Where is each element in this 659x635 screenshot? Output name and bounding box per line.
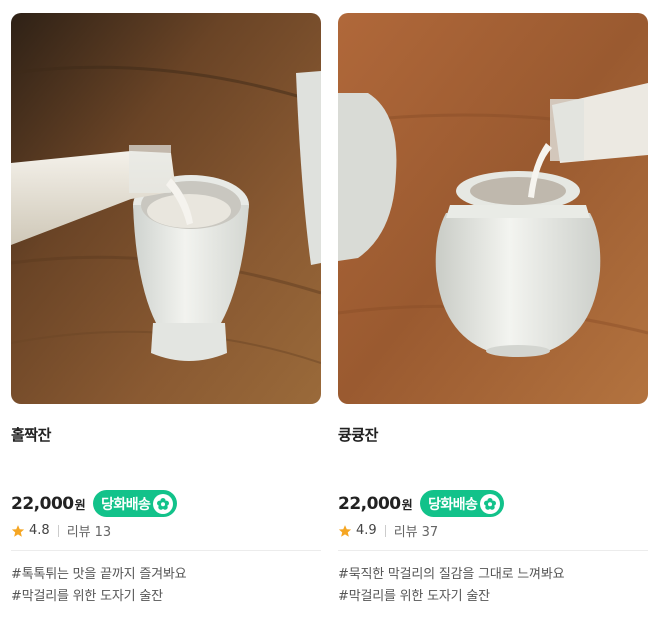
product-price: 22,000원 bbox=[338, 493, 413, 514]
rating-score: 4.8 bbox=[29, 523, 50, 538]
price-value: 22,000 bbox=[338, 493, 401, 514]
review-count[interactable]: 리뷰 13 bbox=[67, 521, 111, 540]
product-name[interactable]: 홀짝잔 bbox=[11, 424, 51, 445]
product-image[interactable] bbox=[11, 13, 321, 404]
price-unit: 원 bbox=[74, 497, 86, 512]
tag-item: #톡톡튀는 맛을 끝까지 즐겨봐요 bbox=[11, 567, 187, 582]
product-name[interactable]: 큥큥잔 bbox=[338, 424, 378, 445]
divider bbox=[338, 550, 648, 551]
tag-item: #막걸리를 위한 도자기 술잔 bbox=[11, 589, 163, 604]
review-label: 리뷰 bbox=[66, 525, 91, 540]
review-number: 37 bbox=[421, 525, 439, 540]
rating-row: 4.9 리뷰 37 bbox=[338, 521, 438, 540]
rating-separator bbox=[384, 524, 386, 537]
divider bbox=[11, 550, 321, 551]
flower-icon bbox=[480, 493, 501, 514]
delivery-badge: 당화배송 bbox=[93, 490, 178, 517]
badge-label: 당화배송 bbox=[428, 496, 478, 513]
price-value: 22,000 bbox=[11, 493, 74, 514]
tag-list: #묵직한 막걸리의 질감을 그대로 느껴봐요 #막걸리를 위한 도자기 술잔 bbox=[338, 564, 565, 608]
review-number: 13 bbox=[94, 525, 112, 540]
rating-separator bbox=[57, 524, 59, 537]
product-card[interactable]: 큥큥잔 22,000원 당화배송 4.9 리뷰 37 #묵직한 막걸리의 질감을… bbox=[338, 13, 648, 604]
tag-list: #톡톡튀는 맛을 끝까지 즐겨봐요 #막걸리를 위한 도자기 술잔 bbox=[11, 564, 187, 608]
flower-icon bbox=[153, 493, 174, 514]
product-price: 22,000원 bbox=[11, 493, 86, 514]
star-icon bbox=[338, 524, 352, 537]
review-count[interactable]: 리뷰 37 bbox=[394, 521, 438, 540]
star-icon bbox=[11, 524, 25, 537]
product-image[interactable] bbox=[338, 13, 648, 404]
product-grid: 홀짝잔 22,000원 당화배송 4.8 리뷰 13 #톡톡튀는 맛을 끝까지 … bbox=[0, 0, 659, 635]
tag-item: #막걸리를 위한 도자기 술잔 bbox=[338, 589, 490, 604]
delivery-badge: 당화배송 bbox=[420, 490, 505, 517]
price-row: 22,000원 당화배송 bbox=[338, 490, 505, 517]
price-row: 22,000원 당화배송 bbox=[11, 490, 178, 517]
badge-label: 당화배송 bbox=[101, 496, 151, 513]
review-label: 리뷰 bbox=[393, 525, 418, 540]
tag-item: #묵직한 막걸리의 질감을 그대로 느껴봐요 bbox=[338, 567, 565, 582]
rating-score: 4.9 bbox=[356, 523, 377, 538]
rating-row: 4.8 리뷰 13 bbox=[11, 521, 111, 540]
price-unit: 원 bbox=[401, 497, 413, 512]
product-card[interactable]: 홀짝잔 22,000원 당화배송 4.8 리뷰 13 #톡톡튀는 맛을 끝까지 … bbox=[11, 13, 321, 604]
